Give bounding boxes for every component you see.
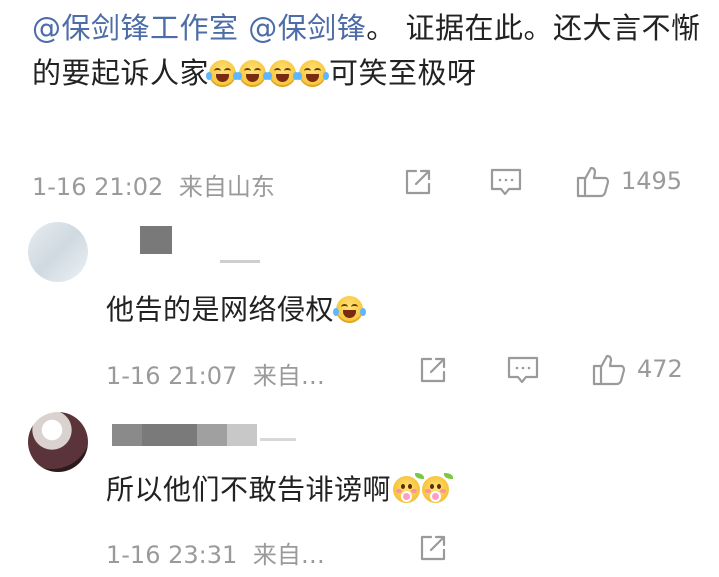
flower-face-emoji bbox=[422, 473, 454, 503]
comment-meta: 1-16 21:02 来自山东 bbox=[32, 167, 275, 202]
reply-location: 来自… bbox=[252, 541, 325, 569]
like-count: 1495 bbox=[621, 167, 683, 195]
laugh-cry-emoji bbox=[333, 296, 367, 323]
share-icon bbox=[420, 357, 446, 383]
like-count: 472 bbox=[637, 355, 683, 383]
reply-text-content: 所以他们不敢告诽谤啊 bbox=[106, 473, 392, 506]
like-button[interactable]: 472 bbox=[592, 352, 683, 386]
comment-time: 1-16 21:02 bbox=[32, 173, 164, 201]
thumbs-up-icon bbox=[576, 166, 610, 198]
comment-icon bbox=[507, 356, 539, 384]
comment-location: 来自山东 bbox=[178, 173, 275, 201]
avatar[interactable] bbox=[28, 412, 88, 472]
reply-text: 所以他们不敢告诽谤啊 bbox=[106, 468, 454, 508]
reply-text-content: 他告的是网络侵权 bbox=[106, 293, 335, 326]
comment-icon bbox=[490, 168, 522, 196]
laugh-cry-emoji bbox=[206, 60, 240, 87]
thumbs-up-icon bbox=[592, 354, 626, 386]
reply-text: 他告的是网络侵权 bbox=[106, 288, 367, 328]
avatar[interactable] bbox=[28, 222, 88, 282]
reply-location: 来自… bbox=[252, 362, 325, 390]
share-button[interactable] bbox=[417, 354, 449, 386]
mention-link-studio[interactable]: @保剑锋工作室 bbox=[32, 11, 239, 45]
share-button[interactable] bbox=[402, 166, 434, 198]
laugh-cry-emoji bbox=[266, 60, 300, 87]
username-blurred[interactable] bbox=[140, 226, 270, 266]
laugh-cry-emoji bbox=[296, 60, 330, 87]
comment-text-part2: 可笑至极呀 bbox=[329, 56, 477, 90]
comment-button[interactable] bbox=[489, 166, 523, 198]
reply-meta: 1-16 23:31 来自… bbox=[106, 535, 325, 570]
comment-button[interactable] bbox=[506, 354, 540, 386]
like-button[interactable]: 1495 bbox=[576, 164, 682, 198]
share-icon bbox=[405, 169, 431, 195]
main-comment-text: @保剑锋工作室 @保剑锋。 证据在此。还大言不惭的要起诉人家 可笑至极呀 bbox=[32, 6, 702, 96]
share-icon bbox=[420, 535, 446, 561]
laugh-cry-emoji bbox=[236, 60, 270, 87]
reply-meta: 1-16 21:07 来自… bbox=[106, 356, 325, 391]
reply-time: 1-16 23:31 bbox=[106, 541, 238, 569]
reply-time: 1-16 21:07 bbox=[106, 362, 238, 390]
username-blurred[interactable] bbox=[112, 422, 302, 452]
flower-face-emoji bbox=[393, 473, 425, 503]
mention-link-user[interactable]: @保剑锋 bbox=[248, 11, 366, 45]
share-button[interactable] bbox=[417, 532, 449, 564]
